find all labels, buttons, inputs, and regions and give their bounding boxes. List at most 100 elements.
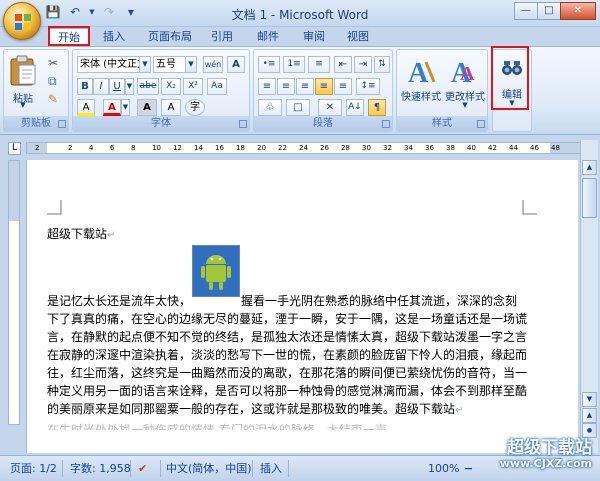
- paragraph-group-label: 段落: [254, 116, 392, 131]
- proofing-icon[interactable]: ✔: [138, 461, 147, 476]
- window-controls: — □ ✕: [514, 2, 596, 20]
- ruler-number: 4: [89, 144, 94, 152]
- highlight-color-button[interactable]: A: [77, 99, 95, 116]
- font-name-value: 宋体 (中文正文: [80, 59, 148, 70]
- status-insert-mode[interactable]: 插入: [260, 461, 282, 476]
- font-color-button[interactable]: A: [103, 99, 121, 116]
- android-image[interactable]: [192, 245, 240, 297]
- sort-button[interactable]: A↓: [346, 99, 364, 116]
- bullets-button[interactable]: •≡: [258, 56, 280, 73]
- close-button[interactable]: ✕: [560, 2, 596, 20]
- tab-insert[interactable]: 插入: [96, 28, 132, 46]
- status-language[interactable]: 中文(简体，中国): [166, 461, 252, 476]
- align-right-button[interactable]: ≡: [296, 78, 314, 95]
- ruler-number: 46: [530, 144, 539, 152]
- font-color-dropdown-icon[interactable]: ▼: [121, 99, 130, 116]
- cut-icon[interactable]: ✂: [48, 56, 62, 70]
- previous-page-button[interactable]: ▲: [582, 408, 597, 423]
- paste-dropdown-icon: ▼: [20, 101, 26, 109]
- sort-chinese-button[interactable]: ✕: [318, 99, 342, 116]
- tab-home[interactable]: 开始: [48, 28, 90, 46]
- paragraph-launcher-icon[interactable]: [382, 120, 390, 128]
- font-size-combo[interactable]: 五号 ▼: [153, 56, 197, 73]
- document-page[interactable]: 超级下载站↵ 是记忆太长还是流年太快， 握看一手光阴在熟悉的脉络中任其流逝，深深的…: [26, 160, 578, 453]
- tab-references[interactable]: 引用: [204, 28, 240, 46]
- change-styles-button[interactable]: A A 更改样式 ▼: [443, 54, 487, 114]
- styles-group-label: 样式: [397, 116, 487, 131]
- divider: [62, 460, 63, 477]
- scroll-thumb[interactable]: [582, 178, 597, 218]
- ruler-number: 12: [173, 144, 182, 152]
- copy-icon[interactable]: ⧉: [48, 74, 62, 88]
- doc-heading: 超级下载站↵: [47, 225, 562, 245]
- underline-dropdown-icon[interactable]: ▼: [125, 78, 134, 95]
- minimize-button[interactable]: —: [514, 2, 538, 20]
- vertical-ruler[interactable]: [8, 160, 20, 425]
- underline-button[interactable]: U: [109, 78, 125, 95]
- format-painter-icon[interactable]: ✎: [48, 92, 62, 106]
- chinese-layout-button[interactable]: ⇅: [374, 56, 390, 73]
- chevron-down-icon: ▼: [139, 57, 150, 72]
- paragraph-mark: ↵: [455, 405, 464, 416]
- group-styles: A 快速样式 A A 更改样式 ▼ 样式: [396, 49, 488, 132]
- tab-page-layout[interactable]: 页面布局: [142, 28, 198, 46]
- decrease-indent-button[interactable]: ⇤: [334, 56, 352, 73]
- scroll-down-button[interactable]: ▼: [582, 392, 597, 407]
- tab-view[interactable]: 视图: [340, 28, 376, 46]
- divider: [252, 460, 253, 477]
- scroll-up-button[interactable]: ▲: [582, 160, 597, 175]
- select-browse-object-button[interactable]: ●: [582, 423, 597, 438]
- office-button[interactable]: [3, 2, 41, 40]
- shading-button[interactable]: ♧: [258, 99, 282, 116]
- maximize-button[interactable]: □: [537, 2, 561, 20]
- ruler-number: 42: [488, 144, 497, 152]
- clipboard-launcher-icon[interactable]: [58, 120, 66, 128]
- status-page[interactable]: 页面: 1/2: [10, 461, 57, 476]
- ruler-number: 26: [320, 144, 329, 152]
- window-title: 文档 1 - Microsoft Word: [231, 8, 369, 22]
- justify-button[interactable]: ≡: [315, 78, 333, 95]
- increase-indent-button[interactable]: ⇥: [354, 56, 372, 73]
- line-spacing-button[interactable]: ↕≡: [356, 78, 380, 95]
- editing-button[interactable]: 编辑 ▼: [495, 54, 529, 114]
- subscript-button[interactable]: X₂: [161, 78, 181, 95]
- zoom-out-icon[interactable]: −: [464, 461, 473, 476]
- strikethrough-button[interactable]: abe: [137, 78, 159, 95]
- align-left-button[interactable]: ≡: [258, 78, 276, 95]
- ruler-number: 48: [551, 144, 560, 152]
- multilevel-list-button[interactable]: ≡: [308, 56, 330, 73]
- quick-styles-button[interactable]: A 快速样式: [399, 54, 443, 114]
- phonetic-guide-button[interactable]: wén: [203, 56, 223, 73]
- bold-button[interactable]: B: [77, 78, 93, 95]
- borders-button[interactable]: □: [286, 99, 310, 116]
- ruler-number: 28: [341, 144, 350, 152]
- tab-review[interactable]: 审阅: [296, 28, 332, 46]
- distributed-button[interactable]: ≡: [334, 78, 352, 95]
- show-formatting-button[interactable]: ¶: [368, 99, 386, 116]
- horizontal-ruler[interactable]: 2 2 4 6 8 10 12 14 16 18 20 22 24 26 28 30 32 34 36 38 40 42 4…: [26, 142, 582, 154]
- paste-button[interactable]: 粘贴 ▼: [7, 52, 39, 114]
- group-font: 宋体 (中文正文 ▼ 五号 ▼ wén A B I U ▼ abe X₂ X² …: [72, 49, 250, 132]
- tab-selector-button[interactable]: L: [8, 142, 21, 155]
- chevron-down-icon: ▼: [185, 57, 196, 72]
- character-shading-button[interactable]: A: [137, 99, 157, 116]
- styles-launcher-icon[interactable]: [477, 120, 485, 128]
- grow-font-button[interactable]: A: [227, 56, 245, 73]
- align-center-button[interactable]: ≡: [277, 78, 295, 95]
- status-zoom[interactable]: 100%: [428, 461, 459, 476]
- character-border-button[interactable]: A: [161, 99, 181, 116]
- superscript-button[interactable]: X²: [183, 78, 203, 95]
- body-line-1: 是记忆太长还是流年太快， 握看一手光阴在熟悉的脉络中任其流逝，深深的念刻: [47, 292, 562, 310]
- vertical-scrollbar[interactable]: ▲ ▼ ▲ ●: [580, 140, 598, 453]
- font-name-combo[interactable]: 宋体 (中文正文 ▼: [77, 56, 151, 73]
- tab-mailings[interactable]: 邮件: [250, 28, 286, 46]
- body-line-1b: 握看一手光阴在熟悉的脉络中任其流逝，深深的念刻: [241, 294, 518, 308]
- font-launcher-icon[interactable]: [239, 120, 247, 128]
- change-case-button[interactable]: Aa: [207, 78, 227, 95]
- italic-button[interactable]: I: [93, 78, 109, 95]
- enclose-characters-button[interactable]: 字: [185, 99, 205, 116]
- body-line-3: 言，在静默的起点便不知不觉的终结，是孤独太浓还是情愫太真，超级下载站泼墨一字之言: [47, 330, 528, 344]
- ruler-number: 14: [194, 144, 203, 152]
- status-word-count[interactable]: 字数: 1,958: [70, 461, 131, 476]
- numbering-button[interactable]: 1≡: [283, 56, 305, 73]
